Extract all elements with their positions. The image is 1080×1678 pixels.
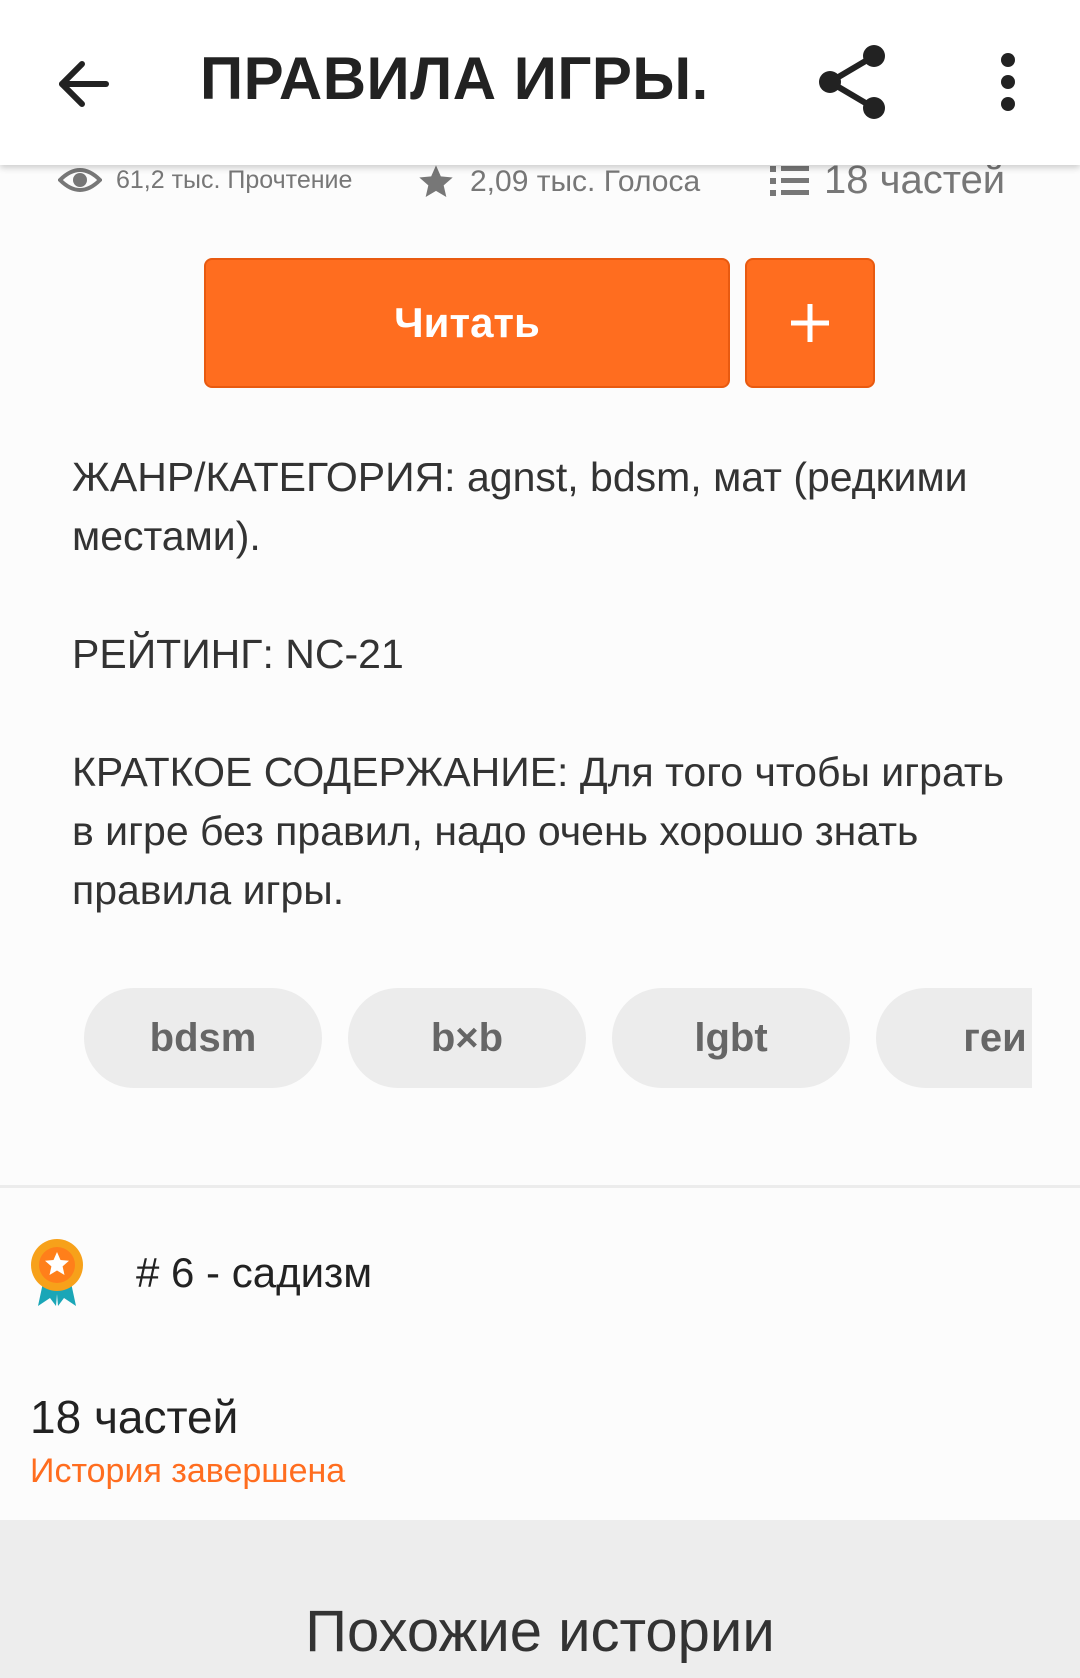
add-to-library-button[interactable]	[745, 258, 875, 388]
back-button[interactable]	[56, 56, 112, 112]
arrow-left-icon	[59, 61, 109, 107]
summary-text: КРАТКОЕ СОДЕРЖАНИЕ: Для того чтобы играт…	[72, 749, 1005, 913]
share-icon	[819, 45, 885, 119]
ranking-label: # 6 - садизм	[136, 1249, 373, 1296]
tag-chip[interactable]: lgbt	[612, 988, 850, 1088]
tag-list: bdsm b×b lgbt геи	[84, 988, 1032, 1088]
rating-text: РЕЙТИНГ: NC-21	[72, 631, 404, 677]
genre-text: ЖАНР/КАТЕГОРИЯ: agnst, bdsm, мат (редким…	[72, 454, 968, 559]
page-title: ПРАВИЛА ИГРЫ.	[200, 45, 709, 112]
more-options-button[interactable]	[990, 52, 1026, 112]
section-divider	[0, 1185, 1080, 1188]
story-parts-count: 18 частей	[30, 1391, 239, 1443]
star-icon	[419, 165, 453, 197]
votes-stat: 2,09 тыс. Голоса	[416, 162, 700, 202]
similar-stories-heading: Похожие истории	[305, 1599, 775, 1664]
similar-stories-section: Похожие истории	[0, 1520, 1080, 1678]
tag-chip[interactable]: геи	[876, 988, 1032, 1088]
share-button[interactable]	[814, 44, 890, 120]
reads-stat: 61,2 тыс. Прочтение	[58, 164, 352, 196]
tag-chip[interactable]: b×b	[348, 988, 586, 1088]
story-status: История завершена	[30, 1452, 346, 1490]
more-vert-icon	[1001, 53, 1015, 111]
app-bar: ПРАВИЛА ИГРЫ.	[0, 0, 1080, 165]
reads-count: 61,2 тыс. Прочтение	[116, 165, 353, 194]
ranking-row[interactable]: # 6 - садизм	[28, 1238, 372, 1308]
story-description: ЖАНР/КАТЕГОРИЯ: agnst, bdsm, мат (редким…	[72, 448, 1012, 979]
eye-icon	[58, 168, 102, 192]
award-badge-icon	[31, 1239, 83, 1306]
list-icon	[770, 165, 809, 196]
plus-icon	[791, 304, 829, 342]
read-button[interactable]: Читать	[204, 258, 730, 388]
tag-chip[interactable]: bdsm	[84, 988, 322, 1088]
votes-count: 2,09 тыс. Голоса	[470, 165, 701, 198]
story-stats: 61,2 тыс. Прочтение 2,09 тыс. Голоса 18 …	[0, 158, 1080, 218]
